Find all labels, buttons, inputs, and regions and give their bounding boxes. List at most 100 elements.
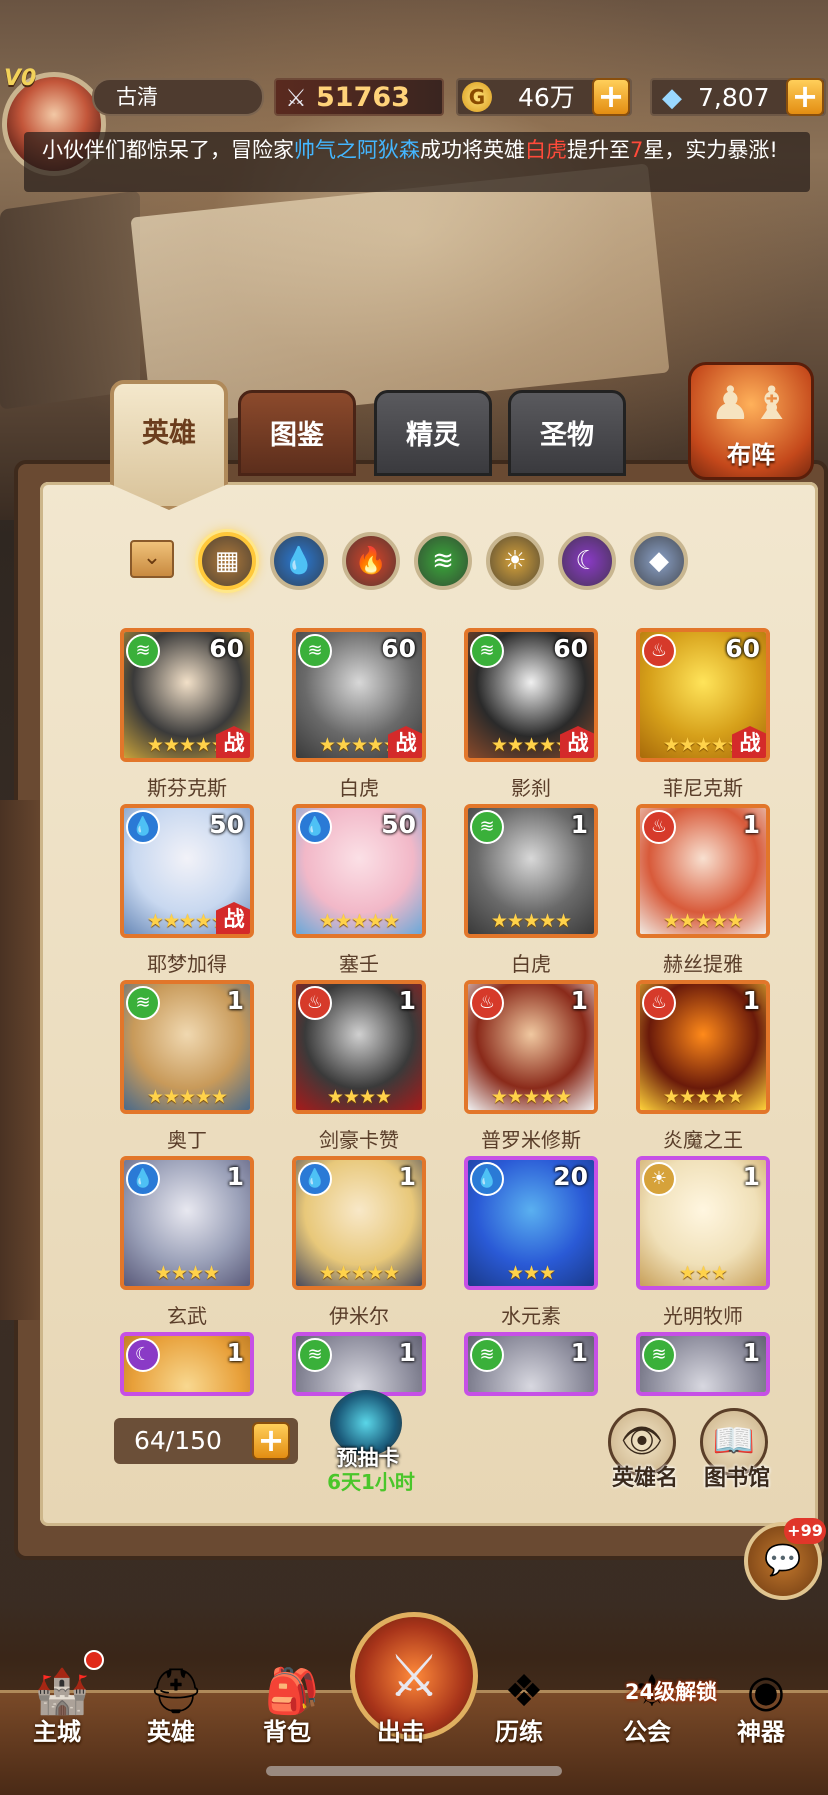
hero-level: 60 [381,634,416,663]
hero-level: 1 [226,1338,244,1367]
hero-card[interactable]: ☀ 1 ★★★ [636,1156,770,1290]
filter-light-icon[interactable]: ☀ [486,532,544,590]
hero-name: 水元素 [501,1304,561,1328]
hero-level: 60 [553,634,588,663]
ticker-text-4: 星，实力暴涨! [643,138,778,162]
hero-card[interactable]: ≋ 1 [636,1332,770,1396]
hero-name: 玄武 [167,1304,207,1328]
fire-element-icon: ♨ [642,810,676,844]
tab-codex[interactable]: 图鉴 [238,390,356,476]
hero-level: 1 [226,986,244,1015]
hero-name: 奥丁 [167,1128,207,1152]
hero-level: 1 [398,1162,416,1191]
vip-level: V0 [4,66,37,91]
water-element-icon: 💧 [126,810,160,844]
nav-label[interactable]: 背包 [232,1712,342,1747]
hero-card[interactable]: ☾ 1 [120,1332,254,1396]
filter-water-icon[interactable]: 💧 [270,532,328,590]
hero-stars: ★★★★★ [662,910,744,932]
nav-label[interactable]: 英雄 [116,1712,226,1747]
wind-element-icon: ≋ [470,634,504,668]
broadcast-ticker: 小伙伴们都惊呆了，冒险家帅气之阿狄森成功将英雄白虎提升至7星，实力暴涨! [24,132,810,192]
hero-stars: ★★★★★ [662,1086,744,1108]
hero-card[interactable]: 💧 1 ★★★★★ [292,1156,426,1290]
water-element-icon: 💧 [298,810,332,844]
hero-stars: ★★★★★ [490,910,572,932]
library-label: 图书馆 [703,1466,770,1491]
gem-counter: ◆ 7,807 + [650,78,826,116]
hero-card[interactable]: ♨ 1 ★★★★★ [636,804,770,938]
hero-name: 白虎 [511,952,551,976]
tab-spirits[interactable]: 精灵 [374,390,492,476]
chat-bubble-icon: 💬 [764,1543,802,1578]
hero-level: 1 [398,986,416,1015]
filter-void-icon[interactable]: ◆ [630,532,688,590]
gold-coin-icon: G [462,82,492,112]
home-indicator[interactable] [266,1766,562,1776]
nav-label[interactable]: 神器 [706,1712,816,1747]
notification-dot [84,1650,104,1670]
hero-name: 斯芬克斯 [147,776,227,800]
filter-wind-icon[interactable]: ≋ [414,532,472,590]
hero-level: 60 [209,634,244,663]
precard-timer: 6天1小时 [327,1470,415,1494]
water-element-icon: 💧 [470,1162,504,1196]
background-books [0,190,140,410]
fire-element-icon: ♨ [642,986,676,1020]
hero-name: 影刹 [511,776,551,800]
filter-all-icon[interactable]: ▦ [198,532,256,590]
hero-card[interactable]: ♨ 60 ★★★★★ 战 [636,628,770,762]
nav-label[interactable]: 出击 [346,1712,456,1747]
hero-name: 赫丝提雅 [663,952,743,976]
hero-card[interactable]: ≋ 1 ★★★★★ [120,980,254,1114]
hero-card[interactable]: ≋ 1 [464,1332,598,1396]
hero-card[interactable]: ♨ 1 ★★★★★ [464,980,598,1114]
ticker-text-1: 小伙伴们都惊呆了，冒险家 [42,138,294,162]
nav-label[interactable]: 历练 [464,1712,574,1747]
hero-card[interactable]: ♨ 1 ★★★★ [292,980,426,1114]
hero-card[interactable]: ≋ 60 ★★★★★ 战 [292,628,426,762]
gold-counter: G 46万 + [456,78,632,116]
tab-heroes[interactable]: 英雄 [110,380,228,510]
hero-stars: ★★★★★ [146,1086,228,1108]
hero-stars: ★★★★★ [318,1262,400,1284]
hero-level: 60 [725,634,760,663]
nav-label[interactable]: 主城 [2,1712,112,1747]
hero-level: 1 [570,986,588,1015]
hero-card[interactable]: 💧 20 ★★★ [464,1156,598,1290]
formation-button[interactable]: ♟♝ 布阵 [688,362,814,480]
hero-stars: ★★★★★ [318,910,400,932]
hero-card[interactable]: 💧 50 ★★★★★ [292,804,426,938]
wind-element-icon: ≋ [470,1338,504,1372]
sort-dropdown[interactable]: ⌄ [130,540,174,578]
combat-power-value: 51763 [316,82,410,113]
tab-relics[interactable]: 圣物 [508,390,626,476]
hero-card[interactable]: ≋ 60 ★★★★★ 战 [120,628,254,762]
wind-element-icon: ≋ [642,1338,676,1372]
hero-level: 1 [398,1338,416,1367]
hero-name: 菲尼克斯 [663,776,743,800]
add-gold-button[interactable]: + [592,78,630,116]
dark-element-icon: ☾ [126,1338,160,1372]
ticker-stars: 7 [630,138,644,162]
hero-name: 普罗米修斯 [481,1128,581,1152]
hero-level: 1 [570,1338,588,1367]
hero-card[interactable]: ≋ 60 ★★★★★ 战 [464,628,598,762]
ticker-player: 帅气之阿狄森 [294,138,420,162]
hero-card[interactable]: 💧 50 ★★★★★ 战 [120,804,254,938]
filter-fire-icon[interactable]: 🔥 [342,532,400,590]
hero-card[interactable]: ♨ 1 ★★★★★ [636,980,770,1114]
hero-level: 1 [226,1162,244,1191]
hero-card[interactable]: 💧 1 ★★★★ [120,1156,254,1290]
hero-name: 光明牧师 [663,1304,743,1328]
hero-stars: ★★★★ [326,1086,392,1108]
hero-card[interactable]: ≋ 1 ★★★★★ [464,804,598,938]
chat-badge: +99 [784,1518,826,1544]
hero-card[interactable]: ≋ 1 [292,1332,426,1396]
crossed-swords-icon: ⚔ [285,84,307,112]
hero-name: 剑豪卡赞 [319,1128,399,1152]
add-gems-button[interactable]: + [786,78,824,116]
nav-label[interactable]: 公会 [592,1712,702,1747]
filter-dark-icon[interactable]: ☾ [558,532,616,590]
expand-capacity-button[interactable]: + [252,1422,290,1460]
